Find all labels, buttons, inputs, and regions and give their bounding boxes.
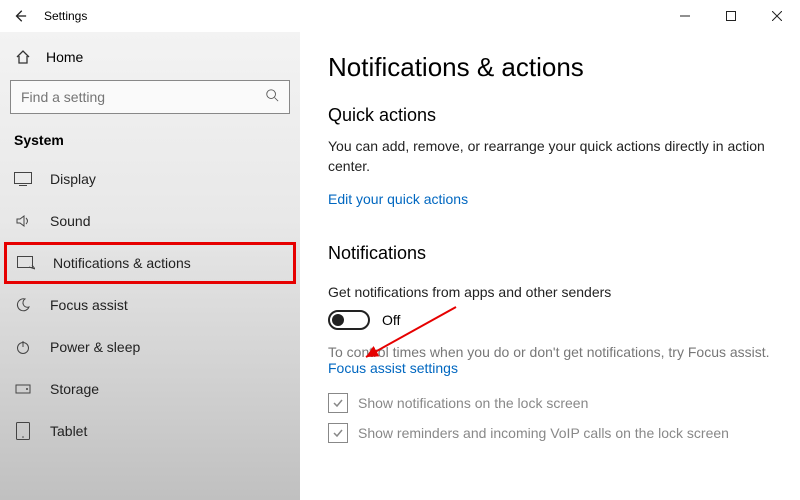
sidebar-item-storage[interactable]: Storage bbox=[0, 368, 300, 410]
sidebar-item-label: Storage bbox=[50, 381, 99, 397]
check-label: Show reminders and incoming VoIP calls o… bbox=[358, 425, 729, 441]
sidebar-item-label: Notifications & actions bbox=[53, 255, 191, 271]
power-icon bbox=[14, 338, 32, 356]
check-show-lock-screen[interactable]: Show notifications on the lock screen bbox=[328, 388, 772, 418]
quick-actions-heading: Quick actions bbox=[328, 105, 772, 126]
sidebar-item-label: Power & sleep bbox=[50, 339, 140, 355]
sidebar-item-display[interactable]: Display bbox=[0, 158, 300, 200]
sound-icon bbox=[14, 212, 32, 230]
close-button[interactable] bbox=[754, 0, 800, 32]
maximize-icon bbox=[726, 11, 736, 21]
window-controls bbox=[662, 0, 800, 32]
sidebar: Home System Display Sound Notifications … bbox=[0, 32, 300, 500]
sidebar-nav: Display Sound Notifications & actions Fo… bbox=[0, 158, 300, 452]
toggle-knob bbox=[332, 314, 344, 326]
annotation-arrow-icon bbox=[356, 302, 476, 372]
close-icon bbox=[772, 11, 782, 21]
search-input[interactable] bbox=[10, 80, 290, 114]
sidebar-item-sound[interactable]: Sound bbox=[0, 200, 300, 242]
sidebar-item-home[interactable]: Home bbox=[0, 40, 300, 74]
checkbox-icon bbox=[328, 393, 348, 413]
window-title: Settings bbox=[44, 9, 662, 23]
titlebar: Settings bbox=[0, 0, 800, 32]
content-area: Notifications & actions Quick actions Yo… bbox=[300, 32, 800, 500]
sidebar-heading: System bbox=[0, 126, 300, 158]
minimize-icon bbox=[680, 11, 690, 21]
notifications-toggle-label: Get notifications from apps and other se… bbox=[328, 282, 772, 302]
display-icon bbox=[14, 170, 32, 188]
check-label: Show notifications on the lock screen bbox=[358, 395, 588, 411]
page-title: Notifications & actions bbox=[328, 52, 772, 83]
sidebar-item-label: Display bbox=[50, 171, 96, 187]
sidebar-item-power-sleep[interactable]: Power & sleep bbox=[0, 326, 300, 368]
sidebar-item-focus-assist[interactable]: Focus assist bbox=[0, 284, 300, 326]
sidebar-item-label: Sound bbox=[50, 213, 90, 229]
notifications-heading: Notifications bbox=[328, 243, 772, 264]
arrow-left-icon bbox=[13, 9, 27, 23]
moon-icon bbox=[14, 296, 32, 314]
edit-quick-actions-link[interactable]: Edit your quick actions bbox=[328, 191, 468, 207]
maximize-button[interactable] bbox=[708, 0, 754, 32]
search-icon bbox=[265, 88, 279, 107]
notification-icon bbox=[17, 254, 35, 272]
search-field[interactable] bbox=[21, 89, 265, 105]
sidebar-item-tablet[interactable]: Tablet bbox=[0, 410, 300, 452]
sidebar-item-label: Focus assist bbox=[50, 297, 128, 313]
back-button[interactable] bbox=[8, 4, 32, 28]
check-show-reminders[interactable]: Show reminders and incoming VoIP calls o… bbox=[328, 418, 772, 448]
tablet-icon bbox=[14, 422, 32, 440]
sidebar-item-label: Tablet bbox=[50, 423, 87, 439]
quick-actions-body: You can add, remove, or rearrange your q… bbox=[328, 136, 772, 177]
home-label: Home bbox=[46, 49, 83, 65]
storage-icon bbox=[14, 380, 32, 398]
home-icon bbox=[14, 48, 32, 66]
checkbox-icon bbox=[328, 423, 348, 443]
minimize-button[interactable] bbox=[662, 0, 708, 32]
sidebar-item-notifications[interactable]: Notifications & actions bbox=[4, 242, 296, 284]
